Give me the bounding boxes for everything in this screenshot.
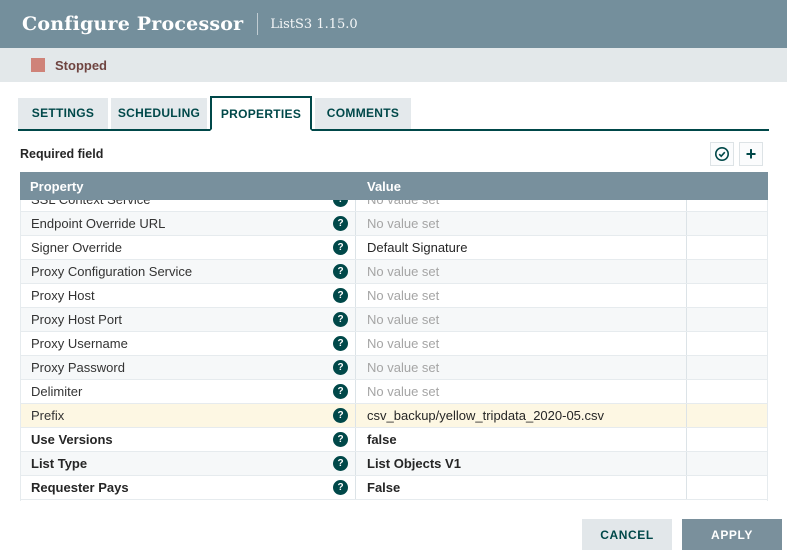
dialog-title: Configure Processor — [22, 13, 243, 35]
property-value[interactable]: Default Signature — [355, 236, 686, 259]
row-spacer-cell — [686, 212, 767, 235]
property-row[interactable]: SSL Context Service? No value set — [21, 200, 767, 212]
add-property-button[interactable]: + — [739, 142, 763, 166]
property-value[interactable]: No value set — [355, 380, 686, 403]
property-name: Proxy Configuration Service — [31, 264, 192, 279]
row-spacer-cell — [686, 308, 767, 331]
property-name: Prefix — [31, 408, 64, 423]
column-header-value: Value — [355, 179, 401, 194]
property-value[interactable]: csv_backup/yellow_tripdata_2020-05.csv — [355, 404, 686, 427]
property-row[interactable]: Use Versions? false — [21, 428, 767, 452]
help-icon[interactable]: ? — [333, 432, 348, 447]
table-subheader: Required field + — [20, 140, 769, 168]
property-value[interactable]: No value set — [355, 200, 686, 211]
row-spacer-cell — [686, 332, 767, 355]
row-spacer-cell — [686, 404, 767, 427]
property-value[interactable]: false — [355, 428, 686, 451]
property-name: Endpoint Override URL — [31, 216, 165, 231]
properties-toolbar: + — [710, 142, 763, 166]
help-icon[interactable]: ? — [333, 312, 348, 327]
table-body: SSL Context Service?No value setEndpoint… — [20, 200, 768, 501]
tab-bar: SETTINGSSCHEDULINGPROPERTIESCOMMENTS — [18, 96, 769, 131]
property-value[interactable]: No value set — [355, 332, 686, 355]
help-icon[interactable]: ? — [333, 264, 348, 279]
title-separator — [257, 13, 258, 35]
property-value[interactable]: No value set — [355, 284, 686, 307]
help-icon[interactable]: ? — [333, 360, 348, 375]
property-name: Proxy Host Port — [31, 312, 122, 327]
property-value[interactable]: False — [355, 476, 686, 499]
help-icon[interactable]: ? — [333, 216, 348, 231]
required-field-label: Required field — [20, 147, 103, 161]
status-bar: Stopped — [0, 48, 787, 82]
property-row[interactable]: Proxy Configuration Service? No value set — [21, 260, 767, 284]
row-spacer-cell — [686, 380, 767, 403]
row-spacer-cell — [686, 284, 767, 307]
table-header: Property Value — [20, 172, 768, 200]
property-name: Use Versions — [31, 432, 113, 447]
property-row[interactable]: Proxy Host Port? No value set — [21, 308, 767, 332]
property-row[interactable]: Proxy Host? No value set — [21, 284, 767, 308]
tab-properties[interactable]: PROPERTIES — [210, 96, 312, 131]
column-header-property: Property — [20, 179, 355, 194]
property-value[interactable]: No value set — [355, 356, 686, 379]
help-icon[interactable]: ? — [333, 456, 348, 471]
property-row[interactable]: Prefix? csv_backup/yellow_tripdata_2020-0… — [21, 404, 767, 428]
help-icon[interactable]: ? — [333, 240, 348, 255]
dialog-footer: CANCEL APPLY — [582, 519, 782, 550]
row-spacer-cell — [686, 200, 767, 211]
property-name: Signer Override — [31, 240, 122, 255]
plus-icon: + — [746, 145, 757, 163]
tab-settings[interactable]: SETTINGS — [18, 98, 108, 129]
property-name: Proxy Host — [31, 288, 95, 303]
stopped-square-icon — [31, 58, 45, 72]
property-row[interactable]: Proxy Username? No value set — [21, 332, 767, 356]
processor-name-version: ListS3 1.15.0 — [270, 17, 357, 32]
row-spacer-cell — [686, 260, 767, 283]
property-row[interactable]: Requester Pays? False — [21, 476, 767, 500]
row-spacer-cell — [686, 476, 767, 499]
tab-scheduling[interactable]: SCHEDULING — [111, 98, 207, 129]
help-icon[interactable]: ? — [333, 336, 348, 351]
property-name: Requester Pays — [31, 480, 129, 495]
row-spacer-cell — [686, 452, 767, 475]
property-row[interactable]: Endpoint Override URL? No value set — [21, 212, 767, 236]
property-value[interactable]: No value set — [355, 260, 686, 283]
property-row[interactable]: Proxy Password? No value set — [21, 356, 767, 380]
help-icon[interactable]: ? — [333, 200, 348, 207]
help-icon[interactable]: ? — [333, 408, 348, 423]
tab-comments[interactable]: COMMENTS — [315, 98, 411, 129]
property-value[interactable]: No value set — [355, 308, 686, 331]
property-name: Delimiter — [31, 384, 82, 399]
verify-properties-button[interactable] — [710, 142, 734, 166]
help-icon[interactable]: ? — [333, 480, 348, 495]
help-icon[interactable]: ? — [333, 288, 348, 303]
row-spacer-cell — [686, 356, 767, 379]
property-row[interactable]: Delimiter? No value set — [21, 380, 767, 404]
cancel-button[interactable]: CANCEL — [582, 519, 672, 550]
circle-check-icon — [714, 146, 730, 162]
property-name: Proxy Username — [31, 336, 128, 351]
property-row[interactable]: List Type? List Objects V1 — [21, 452, 767, 476]
property-name: SSL Context Service — [31, 200, 150, 207]
property-name: List Type — [31, 456, 87, 471]
property-value[interactable]: List Objects V1 — [355, 452, 686, 475]
dialog-titlebar: Configure Processor ListS3 1.15.0 — [0, 0, 787, 48]
row-spacer-cell — [686, 236, 767, 259]
property-row[interactable]: Signer Override? Default Signature — [21, 236, 767, 260]
apply-button[interactable]: APPLY — [682, 519, 782, 550]
property-name: Proxy Password — [31, 360, 125, 375]
row-spacer-cell — [686, 428, 767, 451]
help-icon[interactable]: ? — [333, 384, 348, 399]
status-label: Stopped — [55, 58, 107, 73]
property-value[interactable]: No value set — [355, 212, 686, 235]
